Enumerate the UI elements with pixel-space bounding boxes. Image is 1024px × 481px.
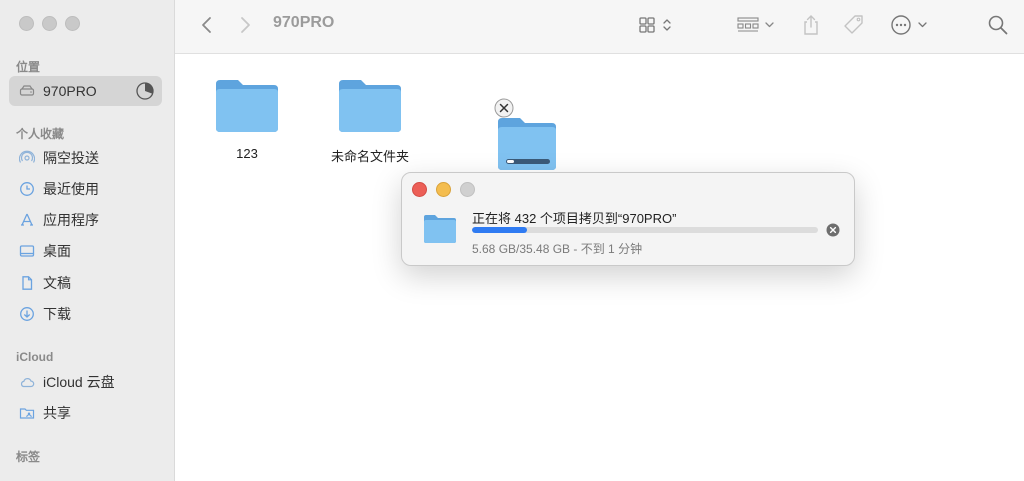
- sidebar: 位置 970PRO 个人收藏 隔空投送 最近使用 应用程序 桌面 文稿 下载 i…: [0, 0, 175, 481]
- copying-folder-icon: [494, 98, 556, 170]
- dialog-close-button[interactable]: [412, 182, 427, 197]
- forward-button[interactable]: [233, 12, 257, 38]
- sidebar-section-locations: 位置: [16, 60, 41, 74]
- group-icon: [737, 17, 774, 32]
- desktop-icon: [17, 241, 37, 261]
- airdrop-icon: [17, 148, 37, 168]
- window-controls: [19, 16, 80, 31]
- file-browser: 123 未命名文件夹: [175, 54, 1024, 481]
- sidebar-item-label: 970PRO: [43, 83, 97, 99]
- sidebar-item-documents[interactable]: 文稿: [9, 268, 162, 298]
- tag-button[interactable]: [841, 12, 867, 38]
- folder-item-123[interactable]: 123: [197, 76, 297, 161]
- copy-status: 5.68 GB/35.48 GB - 不到 1 分钟: [472, 242, 643, 256]
- back-icon: [202, 17, 211, 33]
- sidebar-item-downloads[interactable]: 下载: [9, 299, 162, 329]
- drive-icon: [17, 81, 37, 101]
- share-button[interactable]: [799, 12, 823, 38]
- disk-usage-icon[interactable]: [135, 81, 155, 101]
- copy-title: 正在将 432 个项目拷贝到“970PRO”: [472, 211, 677, 226]
- search-icon: [988, 15, 1008, 35]
- dialog-zoom-button: [460, 182, 475, 197]
- grid-view-icon: [639, 17, 671, 33]
- folder-icon: [424, 215, 456, 243]
- folder-label: 123: [236, 146, 258, 161]
- sidebar-item-label: 下载: [43, 306, 71, 322]
- sidebar-item-label: 共享: [43, 405, 71, 421]
- apps-icon: [17, 210, 37, 230]
- share-icon: [804, 15, 818, 35]
- search-button[interactable]: [985, 12, 1011, 38]
- sidebar-item-icloud-drive[interactable]: iCloud 云盘: [9, 367, 162, 397]
- cancel-copy-icon[interactable]: [826, 223, 840, 237]
- sidebar-item-label: 最近使用: [43, 181, 99, 197]
- copy-progress-bar: [472, 227, 818, 233]
- sidebar-section-favorites: 个人收藏: [16, 127, 65, 141]
- sidebar-section-tags: 标签: [16, 450, 41, 464]
- copy-progress-fill: [472, 227, 528, 233]
- sidebar-item-label: 文稿: [43, 275, 71, 291]
- cloud-icon: [17, 372, 37, 392]
- sidebar-item-shared[interactable]: 共享: [9, 398, 162, 428]
- clock-icon: [17, 179, 37, 199]
- more-icon: [891, 15, 927, 35]
- more-actions-button[interactable]: [889, 12, 931, 38]
- close-window-button[interactable]: [19, 16, 34, 31]
- sidebar-item-970pro[interactable]: 970PRO: [9, 76, 162, 106]
- folder-icon: [216, 80, 278, 132]
- sidebar-item-applications[interactable]: 应用程序: [9, 205, 162, 235]
- sidebar-item-label: 应用程序: [43, 212, 99, 228]
- folder-icon: [339, 80, 401, 132]
- folder-item-untitled[interactable]: 未命名文件夹: [320, 76, 420, 165]
- document-icon: [17, 273, 37, 293]
- zoom-window-button[interactable]: [65, 16, 80, 31]
- copy-progress-dialog: 正在将 432 个项目拷贝到“970PRO” 5.68 GB/35.48 GB …: [401, 172, 855, 266]
- dialog-window-controls: [412, 182, 475, 197]
- folder-label: 未命名文件夹: [330, 149, 409, 164]
- sidebar-item-airdrop[interactable]: 隔空投送: [9, 143, 162, 173]
- dialog-minimize-button[interactable]: [436, 182, 451, 197]
- minimize-window-button[interactable]: [42, 16, 57, 31]
- download-icon: [17, 304, 37, 324]
- view-mode-button[interactable]: [637, 12, 677, 38]
- sidebar-section-icloud: iCloud: [16, 350, 54, 364]
- sidebar-item-label: iCloud 云盘: [43, 374, 115, 390]
- tag-icon: [844, 15, 863, 34]
- shared-folder-icon: [17, 403, 37, 423]
- sidebar-item-recents[interactable]: 最近使用: [9, 174, 162, 204]
- finder-window: 位置 970PRO 个人收藏 隔空投送 最近使用 应用程序 桌面 文稿 下载 i…: [0, 0, 1024, 481]
- forward-icon: [241, 17, 250, 33]
- sidebar-item-desktop[interactable]: 桌面: [9, 236, 162, 266]
- toolbar: 970PRO: [175, 0, 1024, 54]
- sidebar-item-label: 隔空投送: [43, 150, 99, 166]
- window-title: 970PRO: [273, 14, 335, 31]
- group-button[interactable]: [735, 12, 779, 38]
- back-button[interactable]: [195, 12, 219, 38]
- sidebar-item-label: 桌面: [43, 243, 71, 259]
